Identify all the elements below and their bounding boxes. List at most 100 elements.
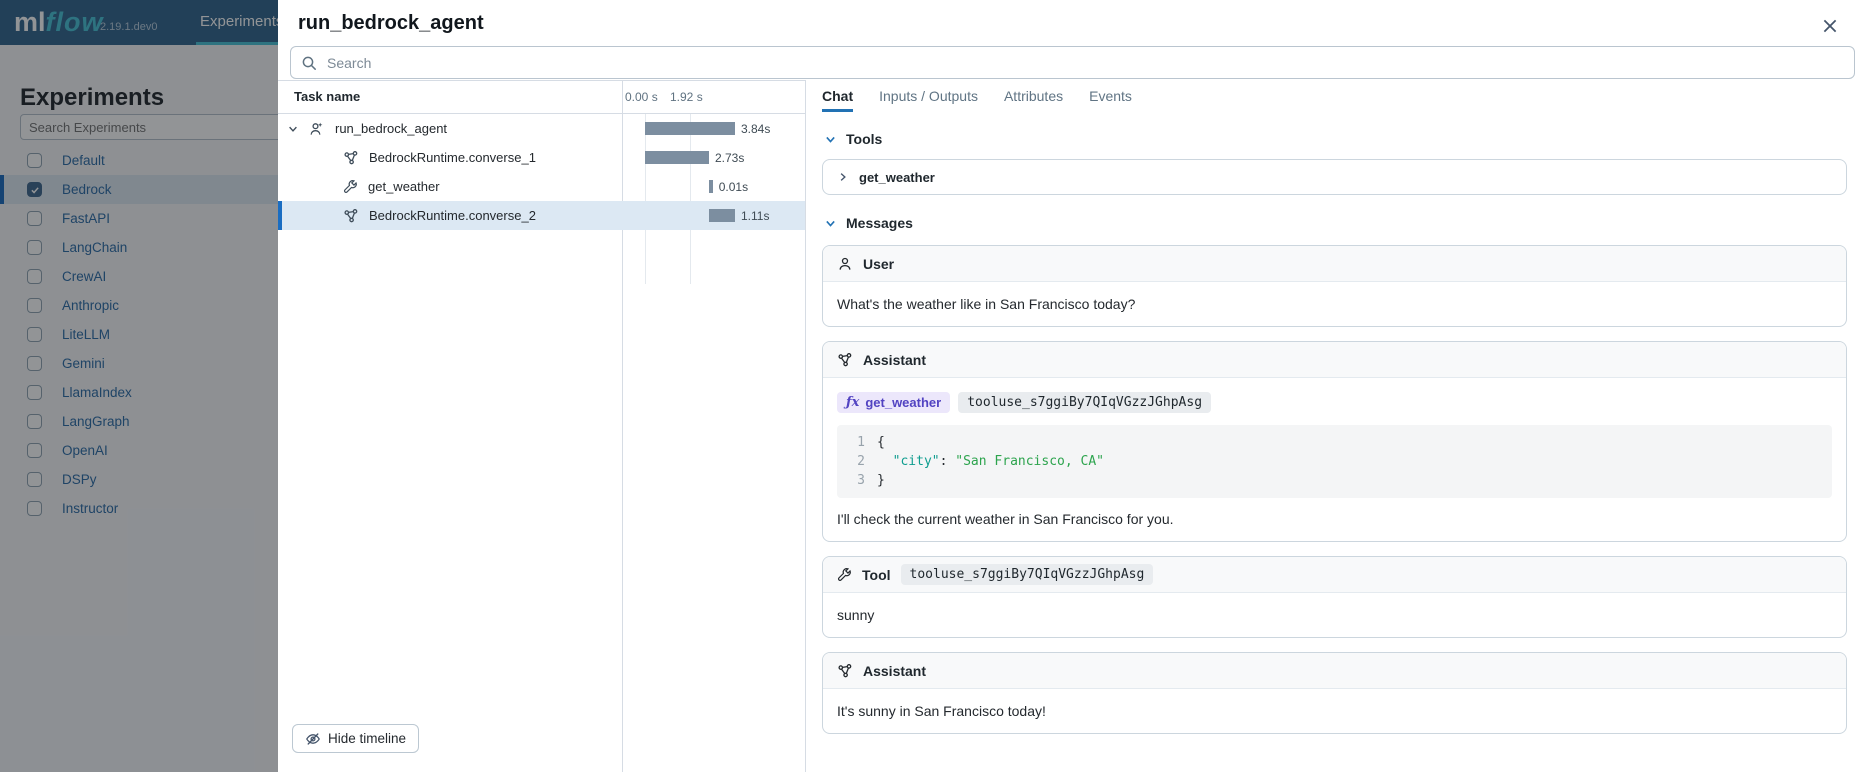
duration-bar	[709, 209, 735, 222]
code-segment: }	[877, 471, 885, 490]
message-body: sunny	[823, 593, 1846, 637]
chevron-down-icon	[824, 133, 837, 146]
message-card-tool: Tool tooluse_s7ggiBy7QIqVGzzJGhpAsgsunny	[822, 556, 1847, 638]
messages-list: User What's the weather like in San Franc…	[822, 245, 1847, 734]
tool-call-id-chip: tooluse_s7ggiBy7QIqVGzzJGhpAsg	[958, 392, 1211, 413]
messages-section-header[interactable]: Messages	[824, 215, 1847, 231]
message-header: Assistant	[823, 342, 1846, 378]
span-duration-cell: 1.11s	[622, 201, 805, 230]
message-text: It's sunny in San Francisco today!	[837, 703, 1832, 719]
code-segment: :	[940, 452, 956, 471]
message-card-user: User What's the weather like in San Franc…	[822, 245, 1847, 327]
model-icon	[837, 663, 853, 679]
duration-label: 2.73s	[715, 151, 744, 165]
span-name-cell: get_weather	[278, 172, 622, 201]
line-number: 2	[849, 452, 865, 471]
span-name-label: BedrockRuntime.converse_1	[369, 150, 536, 165]
axis-end-label: 1.92 s	[670, 90, 703, 104]
tab-chat[interactable]: Chat	[822, 80, 853, 112]
message-body: What's the weather like in San Francisco…	[823, 282, 1846, 326]
line-number: 3	[849, 471, 865, 490]
code-segment: "San Francisco, CA"	[955, 452, 1104, 471]
tab-attributes[interactable]: Attributes	[1004, 80, 1063, 112]
duration-bar	[645, 151, 709, 164]
span-name-cell: BedrockRuntime.converse_2	[278, 201, 622, 230]
chevron-right-icon	[837, 171, 849, 183]
message-header: User	[823, 246, 1846, 282]
tool-items: get_weather	[822, 159, 1847, 195]
code-line: 3}	[849, 471, 1820, 490]
span-duration-cell: 2.73s	[622, 143, 805, 172]
line-number: 1	[849, 433, 865, 452]
timeline-pane: Task name 0.00 s 1.92 s run_bedrock_agen…	[278, 80, 805, 772]
message-body: ƒxget_weather tooluse_s7ggiBy7QIqVGzzJGhp…	[823, 378, 1846, 541]
timeline-row-bedrockruntime-converse-1[interactable]: BedrockRuntime.converse_1 2.73s	[278, 143, 805, 172]
trace-search-input[interactable]	[325, 54, 1854, 72]
axis-start-label: 0.00 s	[625, 90, 658, 104]
tool-call-row: ƒxget_weather tooluse_s7ggiBy7QIqVGzzJGhp…	[837, 392, 1832, 413]
model-icon	[343, 208, 359, 224]
span-name-cell: BedrockRuntime.converse_1	[278, 143, 622, 172]
code-line: 2 "city": "San Francisco, CA"	[849, 452, 1820, 471]
task-name-header: Task name	[294, 89, 360, 104]
timeline-row-run-bedrock-agent[interactable]: run_bedrock_agent 3.84s	[278, 114, 805, 143]
message-card-assistant: Assistant ƒxget_weather tooluse_s7ggiBy7QI…	[822, 341, 1847, 542]
code-segment: "city"	[893, 452, 940, 471]
span-name-label: get_weather	[368, 179, 440, 194]
span-name-label: run_bedrock_agent	[335, 121, 447, 136]
tools-section-header[interactable]: Tools	[824, 131, 1847, 147]
timeline-row-get-weather[interactable]: get_weather 0.01s	[278, 172, 805, 201]
span-name-label: BedrockRuntime.converse_2	[369, 208, 536, 223]
tools-section-title: Tools	[846, 131, 882, 147]
tool-definition-get-weather[interactable]: get_weather	[822, 159, 1847, 195]
duration-label: 0.01s	[719, 180, 748, 194]
message-role: Tool	[862, 567, 891, 583]
timeline-row-bedrockruntime-converse-2[interactable]: BedrockRuntime.converse_2 1.11s	[278, 201, 805, 230]
message-header: Assistant	[823, 653, 1846, 689]
tab-inputs-outputs[interactable]: Inputs / Outputs	[879, 80, 978, 112]
code-block: 1{2 "city": "San Francisco, CA"3}	[837, 425, 1832, 498]
duration-bar	[709, 180, 713, 193]
message-text: What's the weather like in San Francisco…	[837, 296, 1832, 312]
message-text: sunny	[837, 607, 1832, 623]
hide-timeline-label: Hide timeline	[328, 731, 406, 746]
tool-call-chip: ƒxget_weather	[837, 392, 950, 413]
message-role: Assistant	[863, 352, 926, 368]
duration-label: 3.84s	[741, 122, 770, 136]
message-text: I'll check the current weather in San Fr…	[837, 511, 1832, 527]
wrench-icon	[837, 567, 852, 582]
details-pane: Chat Inputs / Outputs Attributes Events Too…	[805, 80, 1863, 772]
search-icon	[301, 55, 317, 71]
trace-search[interactable]	[290, 46, 1855, 79]
model-icon	[343, 150, 359, 166]
span-name-cell: run_bedrock_agent	[278, 114, 622, 143]
message-body: It's sunny in San Francisco today!	[823, 689, 1846, 733]
timeline-header: Task name 0.00 s 1.92 s	[278, 81, 805, 114]
tool-call-id-chip: tooluse_s7ggiBy7QIqVGzzJGhpAsg	[901, 564, 1154, 585]
duration-bar	[645, 122, 735, 135]
modal-body: Task name 0.00 s 1.92 s run_bedrock_agen…	[278, 80, 1863, 772]
span-duration-cell: 0.01s	[622, 172, 805, 201]
details-tabs: Chat Inputs / Outputs Attributes Events	[806, 80, 1863, 112]
agent-icon	[309, 121, 325, 137]
eye-off-icon	[305, 731, 321, 747]
wrench-icon	[343, 179, 358, 194]
timeline-rows: run_bedrock_agent 3.84s BedrockRuntime.con…	[278, 114, 805, 230]
span-duration-cell: 3.84s	[622, 114, 805, 143]
message-role: Assistant	[863, 663, 926, 679]
close-icon[interactable]	[1819, 16, 1841, 38]
chevron-down-icon[interactable]	[287, 123, 299, 135]
code-line: 1{	[849, 433, 1820, 452]
trace-modal: run_bedrock_agent Task name 0.00 s 1.92 …	[278, 0, 1863, 772]
message-header: Tool tooluse_s7ggiBy7QIqVGzzJGhpAsg	[823, 557, 1846, 593]
tool-call-name: get_weather	[865, 395, 941, 410]
code-segment: {	[877, 433, 885, 452]
message-card-assistant: Assistant It's sunny in San Francisco tod…	[822, 652, 1847, 734]
tool-definition-label: get_weather	[859, 170, 935, 185]
hide-timeline-button[interactable]: Hide timeline	[292, 724, 419, 753]
messages-section-title: Messages	[846, 215, 913, 231]
duration-label: 1.11s	[741, 209, 769, 223]
chevron-down-icon	[824, 217, 837, 230]
modal-title: run_bedrock_agent	[298, 12, 484, 35]
tab-events[interactable]: Events	[1089, 80, 1132, 112]
